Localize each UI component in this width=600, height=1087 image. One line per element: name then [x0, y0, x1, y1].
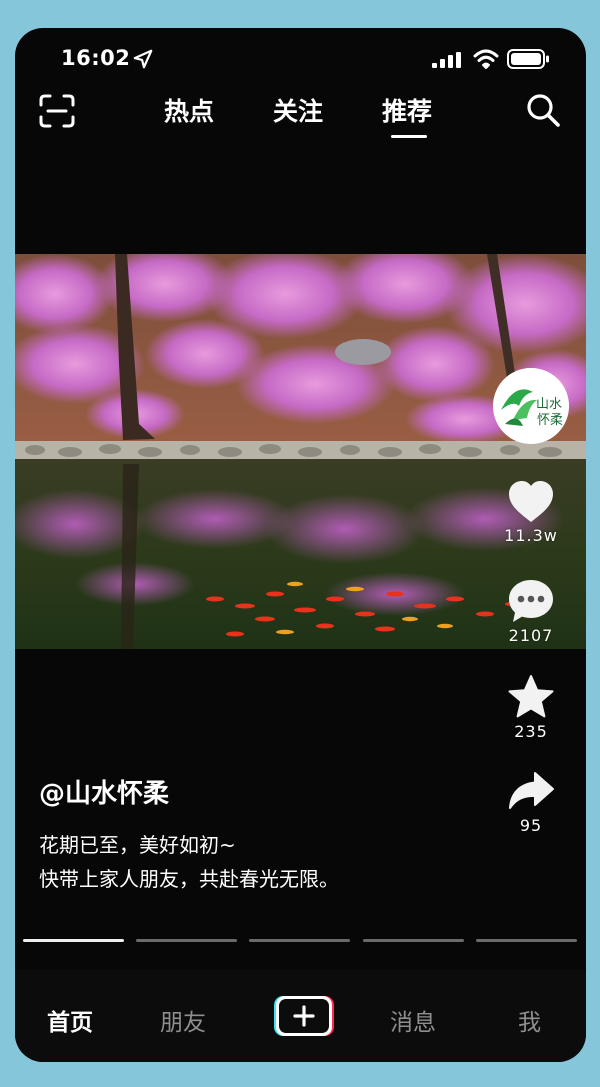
progress-segment [136, 939, 237, 942]
active-tab-indicator [391, 135, 427, 138]
bottom-nav: 首页 朋友 消息 我 [15, 970, 586, 1062]
progress-segment [23, 939, 124, 942]
create-post-button[interactable] [273, 995, 335, 1037]
comment-icon[interactable] [507, 578, 555, 624]
status-bar: 16:02 [15, 28, 586, 88]
svg-text:山水: 山水 [536, 397, 562, 412]
author-name[interactable]: @山水怀柔 [39, 773, 169, 810]
tab-hot[interactable]: 热点 [164, 92, 214, 128]
battery-icon [507, 49, 549, 69]
location-arrow-icon [133, 49, 153, 69]
progress-segment [476, 939, 577, 942]
favorite-action[interactable]: 235 [501, 674, 561, 741]
favorite-count: 235 [514, 722, 548, 741]
share-arrow-icon[interactable] [507, 770, 555, 814]
shanshui-logo: 山水 怀柔 [493, 368, 569, 444]
share-action[interactable]: 95 [501, 770, 561, 835]
cell-signal-icon [432, 52, 461, 68]
nav-me[interactable]: 我 [518, 1003, 541, 1037]
video-caption: 花期已至，美好如初~ 快带上家人朋友，共赴春光无限。 [39, 828, 339, 896]
progress-segment [363, 939, 464, 942]
heart-icon[interactable] [507, 480, 555, 524]
nav-home[interactable]: 首页 [47, 1003, 93, 1037]
comment-action[interactable]: 2107 [501, 578, 561, 645]
top-tabs: 热点 关注 推荐 [15, 92, 586, 142]
comment-count: 2107 [508, 626, 554, 645]
nav-messages[interactable]: 消息 [390, 1003, 436, 1037]
like-action[interactable]: 11.3w [501, 480, 561, 545]
like-count: 11.3w [504, 526, 558, 545]
caption-line-1: 花期已至，美好如初~ [39, 833, 236, 857]
search-icon[interactable] [525, 92, 561, 128]
status-time: 16:02 [61, 46, 131, 70]
author-avatar[interactable]: 山水 怀柔 [493, 368, 569, 444]
svg-text:怀柔: 怀柔 [537, 413, 563, 428]
nav-friends[interactable]: 朋友 [160, 1003, 206, 1037]
tab-following[interactable]: 关注 [273, 92, 323, 128]
star-icon[interactable] [507, 674, 555, 720]
progress-segment [249, 939, 350, 942]
caption-line-2: 快带上家人朋友，共赴春光无限。 [39, 867, 339, 891]
playback-progress [23, 939, 579, 943]
tab-recommended[interactable]: 推荐 [382, 92, 432, 128]
share-count: 95 [519, 816, 543, 835]
phone-screen: 16:02 热点 关注 推荐 山水 怀柔 11.3w 2107 235 95 @… [15, 28, 586, 1062]
wifi-icon [473, 49, 499, 69]
